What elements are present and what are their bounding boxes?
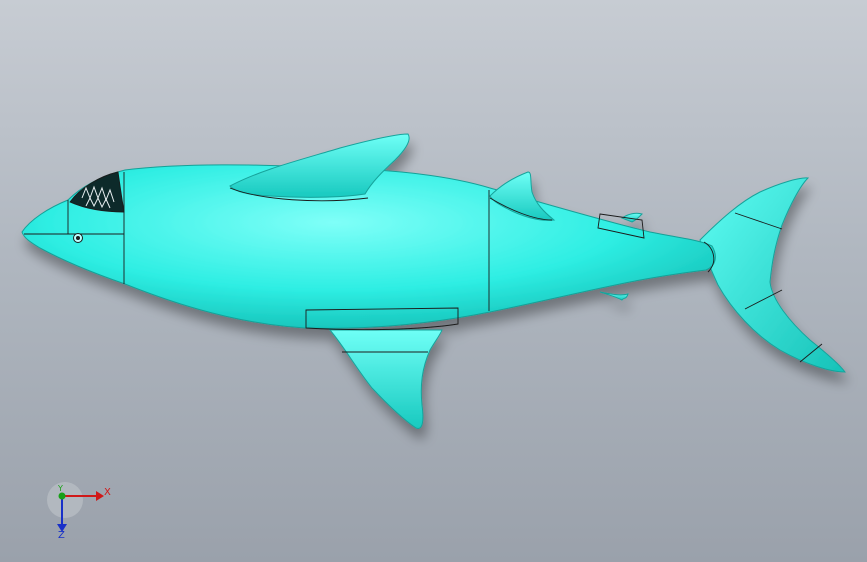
- y-axis-label: Y: [58, 484, 63, 493]
- eye-pupil: [76, 236, 80, 240]
- graphics-viewport[interactable]: X Y Z: [0, 0, 867, 562]
- coordinate-triad: X Y Z: [44, 480, 124, 550]
- shark-body: [21, 164, 716, 329]
- triad-graphic: [47, 482, 104, 532]
- anal-fin: [599, 291, 629, 301]
- x-axis-label: X: [104, 487, 111, 498]
- caudal-fin: [699, 177, 846, 373]
- pectoral-fin: [328, 329, 443, 429]
- shark-model[interactable]: [0, 0, 867, 562]
- z-axis-label: Z: [58, 530, 65, 541]
